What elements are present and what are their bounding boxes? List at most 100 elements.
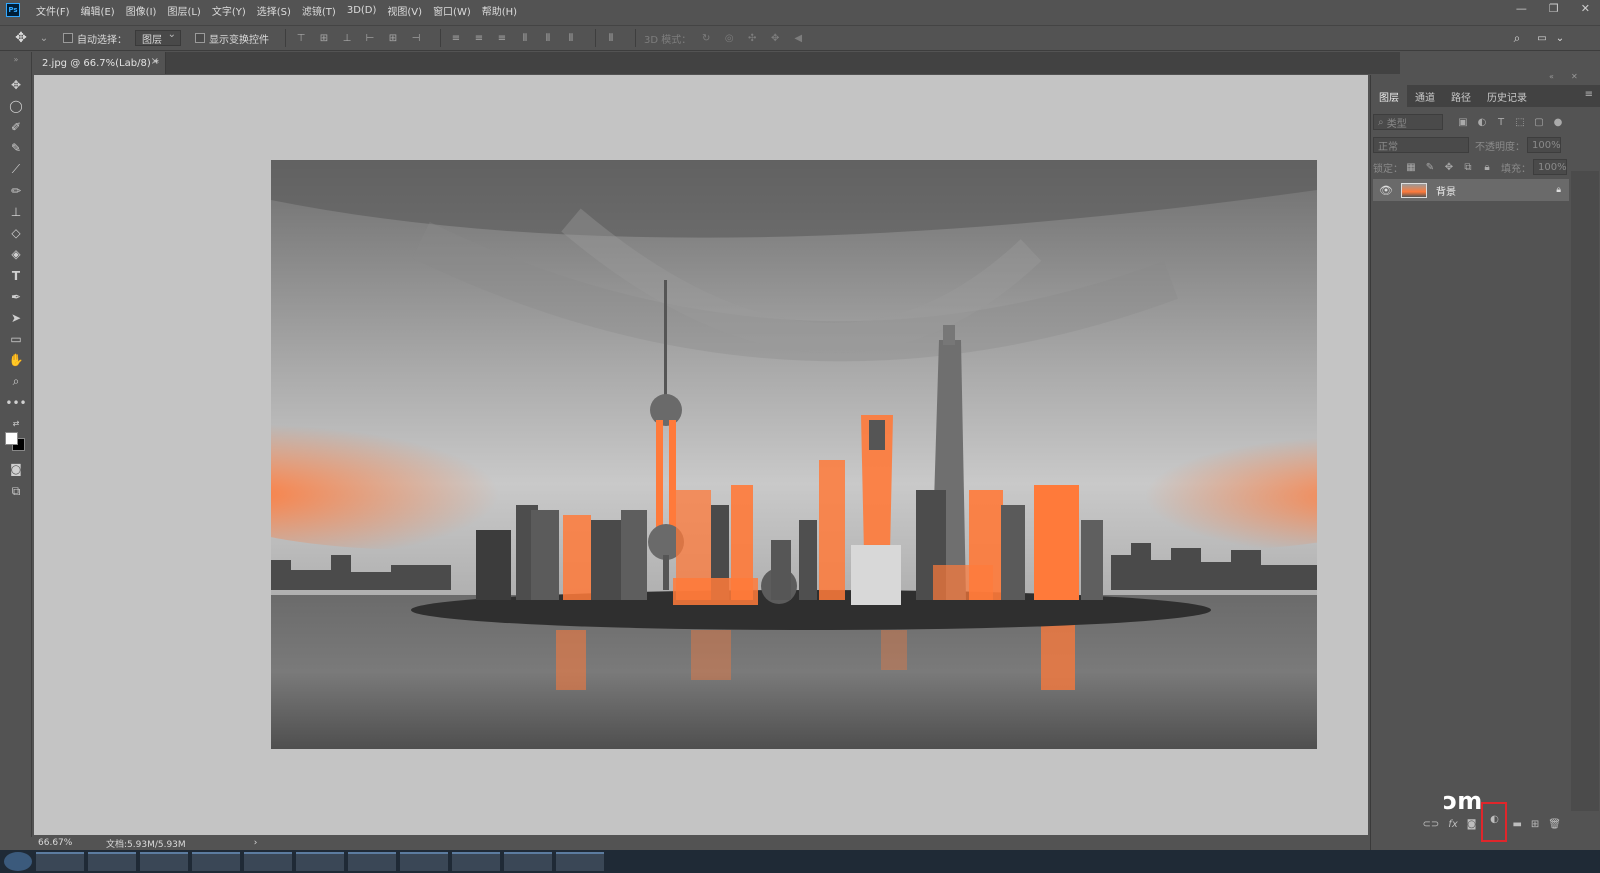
auto-select-target-dropdown[interactable]: 图层 bbox=[135, 29, 181, 46]
zoom-tool-icon[interactable]: ⌕ bbox=[6, 372, 26, 390]
filter-shape-icon[interactable]: ⬚ bbox=[1514, 116, 1526, 128]
panel-scrollbar[interactable] bbox=[1571, 171, 1599, 811]
taskbar-app-4[interactable] bbox=[192, 852, 240, 871]
3d-rotate-icon[interactable]: ↻ bbox=[699, 31, 713, 45]
restore-icon[interactable]: ❐ bbox=[1549, 2, 1559, 15]
mask-icon[interactable]: ◙ bbox=[1467, 819, 1477, 830]
menu-select[interactable]: 选择(S) bbox=[257, 3, 291, 18]
menu-edit[interactable]: 编辑(E) bbox=[81, 3, 115, 18]
menu-image[interactable]: 图像(I) bbox=[126, 3, 157, 18]
taskbar-app-8[interactable] bbox=[400, 852, 448, 871]
distribute-bottom-icon[interactable]: ≡ bbox=[495, 31, 509, 45]
opacity-input[interactable]: 100% bbox=[1527, 137, 1561, 153]
blend-mode-dropdown[interactable]: 正常 bbox=[1373, 137, 1469, 153]
path-select-tool-icon[interactable]: ➤ bbox=[6, 309, 26, 327]
link-icon[interactable]: ⊂⊃ bbox=[1423, 819, 1440, 830]
lock-transparency-icon[interactable]: ▦ bbox=[1405, 161, 1417, 173]
3d-pan-icon[interactable]: ✣ bbox=[745, 31, 759, 45]
lock-position-icon[interactable]: ✥ bbox=[1443, 161, 1455, 173]
collapse-toolbox-icon[interactable]: » bbox=[6, 50, 26, 68]
brush-tool-icon[interactable]: ✏ bbox=[6, 182, 26, 200]
move-tool-icon[interactable]: ✥ bbox=[14, 30, 28, 46]
workspace-dropdown-icon[interactable]: ⌄ bbox=[1553, 31, 1567, 45]
taskbar-app-9[interactable] bbox=[452, 852, 500, 871]
workspace-icon[interactable]: ▭ bbox=[1535, 31, 1549, 45]
more-tools-icon[interactable]: ••• bbox=[5, 394, 26, 412]
collapse-panel-icon[interactable]: « bbox=[1549, 72, 1554, 81]
new-layer-icon[interactable]: ⊞ bbox=[1531, 819, 1539, 830]
menu-type[interactable]: 文字(Y) bbox=[212, 3, 246, 18]
adjustment-icon[interactable]: ◐ bbox=[1481, 802, 1508, 842]
filter-type-icon[interactable]: T bbox=[1495, 116, 1507, 128]
marquee-tool-icon[interactable]: ◯ bbox=[6, 97, 26, 115]
distribute-top-icon[interactable]: ≡ bbox=[449, 31, 463, 45]
distribute-right-icon[interactable]: ⦀ bbox=[564, 31, 578, 45]
taskbar-app-6[interactable] bbox=[296, 852, 344, 871]
distribute-hcenter-icon[interactable]: ⦀ bbox=[541, 31, 555, 45]
filter-smart-object-icon[interactable]: ▢ bbox=[1533, 116, 1545, 128]
tab-layers[interactable]: 图层 bbox=[1371, 85, 1407, 107]
zoom-level[interactable]: 66.67% bbox=[38, 838, 98, 848]
menu-filter[interactable]: 滤镜(T) bbox=[302, 3, 336, 18]
minimize-icon[interactable]: — bbox=[1516, 2, 1527, 15]
auto-select-checkbox[interactable] bbox=[63, 33, 73, 43]
eyedropper-tool-icon[interactable]: ⟋ bbox=[6, 160, 26, 178]
pen-tool-icon[interactable]: ✒ bbox=[6, 288, 26, 306]
lasso-tool-icon[interactable]: ✐ bbox=[6, 118, 26, 136]
tab-paths[interactable]: 路径 bbox=[1443, 85, 1479, 107]
align-bottom-icon[interactable]: ⊥ bbox=[340, 31, 354, 45]
align-right-icon[interactable]: ⊣ bbox=[409, 31, 423, 45]
align-top-icon[interactable]: ⊤ bbox=[294, 31, 308, 45]
taskbar-app-7[interactable] bbox=[348, 852, 396, 871]
filter-pixel-icon[interactable]: ▣ bbox=[1457, 116, 1469, 128]
tab-history[interactable]: 历史记录 bbox=[1479, 85, 1535, 107]
fill-input[interactable]: 100% bbox=[1533, 159, 1567, 175]
menu-help[interactable]: 帮助(H) bbox=[482, 3, 517, 18]
align-left-icon[interactable]: ⊢ bbox=[363, 31, 377, 45]
auto-align-icon[interactable]: ⫴ bbox=[604, 31, 618, 45]
3d-scale-icon[interactable]: ◀ bbox=[791, 31, 805, 45]
menu-layer[interactable]: 图层(L) bbox=[167, 3, 200, 18]
tool-preset-dropdown-icon[interactable]: ⌄ bbox=[37, 31, 51, 45]
lock-all-icon[interactable]: 🔒︎ bbox=[1481, 161, 1493, 173]
close-panel-icon[interactable]: ✕ bbox=[1571, 72, 1578, 81]
quick-select-tool-icon[interactable]: ✎ bbox=[6, 139, 26, 157]
move-tool-icon[interactable]: ✥ bbox=[6, 76, 26, 94]
menu-file[interactable]: 文件(F) bbox=[36, 3, 70, 18]
close-tab-icon[interactable]: × bbox=[151, 56, 159, 67]
menu-3d[interactable]: 3D(D) bbox=[347, 5, 377, 16]
align-vcenter-icon[interactable]: ⊞ bbox=[317, 31, 331, 45]
screen-mode-icon[interactable]: ⧉ bbox=[6, 482, 26, 500]
canvas-area[interactable] bbox=[34, 75, 1368, 835]
distribute-vcenter-icon[interactable]: ≡ bbox=[472, 31, 486, 45]
foreground-color-swatch[interactable] bbox=[5, 432, 18, 445]
type-tool-icon[interactable]: T bbox=[6, 267, 26, 285]
document-tab[interactable]: 2.jpg @ 66.7%(Lab/8) * × bbox=[34, 52, 166, 74]
filter-adjustment-icon[interactable]: ◐ bbox=[1476, 116, 1488, 128]
menu-window[interactable]: 窗口(W) bbox=[433, 3, 471, 18]
layer-lock-icon[interactable]: 🔒︎ bbox=[1556, 185, 1561, 195]
taskbar-app-3[interactable] bbox=[140, 852, 188, 871]
folder-icon[interactable]: ▬ bbox=[1512, 819, 1521, 830]
layer-name[interactable]: 背景 bbox=[1436, 183, 1456, 198]
menu-view[interactable]: 视图(V) bbox=[387, 3, 422, 18]
taskbar-app-5[interactable] bbox=[244, 852, 292, 871]
lock-artboard-icon[interactable]: ⧉ bbox=[1462, 161, 1474, 173]
close-icon[interactable]: ✕ bbox=[1581, 2, 1590, 15]
status-menu-arrow[interactable]: › bbox=[254, 838, 258, 848]
search-icon[interactable]: ⌕ bbox=[1510, 31, 1524, 45]
visibility-eye-icon[interactable]: 👁︎ bbox=[1379, 184, 1393, 197]
clone-stamp-tool-icon[interactable]: ⊥ bbox=[6, 203, 26, 221]
trash-icon[interactable]: 🗑︎ bbox=[1548, 819, 1561, 830]
taskbar-app-1[interactable] bbox=[36, 852, 84, 871]
lock-pixels-icon[interactable]: ✎ bbox=[1424, 161, 1436, 173]
taskbar-app-10[interactable] bbox=[504, 852, 552, 871]
taskbar-app-11[interactable] bbox=[556, 852, 604, 871]
panel-menu-icon[interactable]: ≡ bbox=[1585, 89, 1593, 100]
filter-toggle-icon[interactable]: ● bbox=[1552, 116, 1564, 128]
eraser-tool-icon[interactable]: ◇ bbox=[6, 224, 26, 242]
3d-slide-icon[interactable]: ✥ bbox=[768, 31, 782, 45]
layer-row-background[interactable]: 👁︎ 背景 🔒︎ bbox=[1373, 179, 1569, 201]
fx-icon[interactable]: fx bbox=[1448, 819, 1457, 830]
document-image[interactable] bbox=[271, 160, 1317, 749]
